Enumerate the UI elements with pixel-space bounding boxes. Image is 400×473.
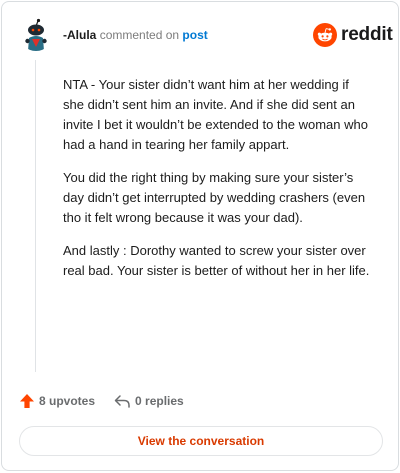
- reply-arrow-icon: [114, 395, 130, 408]
- post-link[interactable]: post: [182, 28, 207, 42]
- replies-button[interactable]: 0 replies: [114, 393, 184, 409]
- thread-line: [35, 60, 36, 372]
- comment-actions: 8 upvotes 0 replies: [19, 391, 184, 411]
- avatar[interactable]: [19, 17, 53, 51]
- comment-paragraph: And lastly : Dorothy wanted to screw you…: [63, 243, 370, 278]
- comment-paragraph: NTA - Your sister didn’t want him at her…: [63, 77, 368, 152]
- comment-header: -Alula commented on post: [63, 28, 208, 42]
- snoo-avatar-icon: [19, 17, 53, 51]
- upvote-arrow-icon: [20, 394, 34, 408]
- author-name[interactable]: -Alula: [63, 28, 96, 42]
- reddit-wordmark: reddit: [341, 24, 393, 45]
- view-conversation-button[interactable]: View the conversation: [19, 426, 383, 456]
- comment-paragraph: You did the right thing by making sure y…: [63, 170, 366, 225]
- reddit-alien-icon: [313, 23, 337, 47]
- commented-on-text: commented on: [99, 28, 180, 42]
- upvotes-count: 8 upvotes: [39, 394, 96, 408]
- comment-embed-card: -Alula commented on post reddit NTA - Yo…: [1, 1, 399, 471]
- upvotes-button[interactable]: 8 upvotes: [19, 393, 95, 409]
- replies-count: 0 replies: [135, 394, 184, 408]
- reddit-brand-link[interactable]: reddit: [313, 22, 393, 48]
- comment-body: NTA - Your sister didn’t want him at her…: [63, 75, 373, 294]
